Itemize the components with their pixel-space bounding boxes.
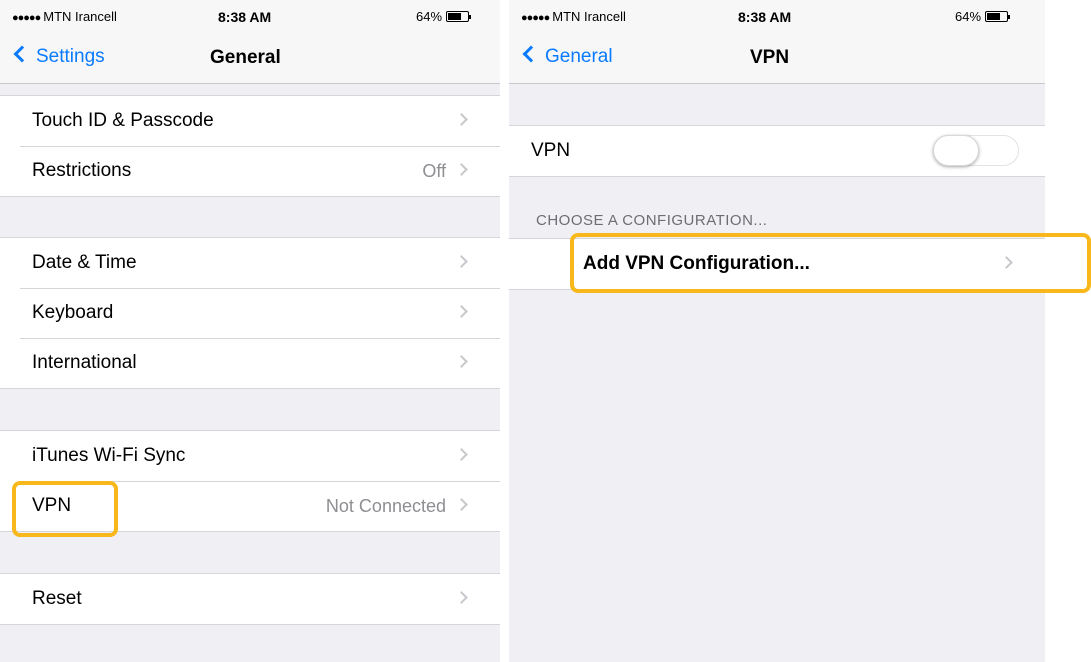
toggle-knob (933, 135, 979, 166)
row-international[interactable]: International (0, 338, 500, 388)
row-label: Date & Time (32, 252, 137, 273)
status-time: 8:38 AM (218, 9, 272, 25)
settings-group-network: iTunes Wi-Fi Sync VPN Not Connected (0, 430, 500, 532)
navigation-bar: General VPN (509, 34, 1045, 84)
vpn-screen: ●●●●● MTN Irancell 8:38 AM 64% General VP… (509, 0, 1045, 662)
row-label: Restrictions (32, 160, 132, 181)
settings-group-reset: Reset (0, 573, 500, 625)
vpn-toggle[interactable] (933, 135, 1019, 166)
chevron-left-icon (13, 45, 31, 63)
chevron-right-icon (455, 591, 468, 604)
back-button[interactable]: Settings (12, 45, 105, 68)
carrier-name: MTN Irancell (552, 9, 626, 24)
row-label: VPN (531, 140, 571, 161)
row-itunes-wifi-sync[interactable]: iTunes Wi-Fi Sync (0, 431, 500, 481)
row-keyboard[interactable]: Keyboard (0, 288, 500, 338)
battery-icon (446, 11, 472, 22)
status-bar: ●●●●● MTN Irancell 8:38 AM 64% (509, 0, 1045, 34)
configuration-group: Add VPN Configuration... (509, 238, 1045, 290)
chevron-right-icon (455, 113, 468, 126)
row-label: iTunes Wi-Fi Sync (32, 445, 186, 466)
chevron-right-icon (1000, 256, 1013, 269)
battery-percent: 64% (416, 9, 443, 24)
row-label: VPN (32, 495, 72, 516)
status-bar: ●●●●● MTN Irancell 8:38 AM 64% (0, 0, 500, 34)
vpn-toggle-group: VPN (509, 125, 1045, 177)
back-label: General (545, 46, 613, 67)
vpn-status: Not Connected (325, 496, 446, 516)
row-label: International (32, 352, 137, 373)
row-label: Keyboard (32, 302, 114, 323)
back-button[interactable]: General (521, 45, 613, 68)
row-value: Off (422, 161, 446, 181)
chevron-right-icon (455, 498, 468, 511)
chevron-right-icon (455, 355, 468, 368)
row-label: Reset (32, 588, 82, 609)
general-screen: ●●●●● MTN Irancell 8:38 AM 64% Settings G… (0, 0, 500, 662)
row-label: Add VPN Configuration... (583, 253, 810, 274)
row-date-time[interactable]: Date & Time (0, 238, 500, 288)
row-label: Touch ID & Passcode (32, 110, 214, 131)
add-vpn-configuration-row[interactable]: Add VPN Configuration... (509, 239, 1045, 289)
chevron-right-icon (455, 163, 468, 176)
status-time: 8:38 AM (738, 9, 792, 25)
chevron-right-icon (455, 255, 468, 268)
signal-icon: ●●●●● (521, 12, 550, 24)
page-title: General (210, 47, 281, 68)
row-reset[interactable]: Reset (0, 574, 500, 624)
row-restrictions[interactable]: Restrictions Off (0, 146, 500, 196)
chevron-right-icon (455, 448, 468, 461)
signal-icon: ●●●●● (12, 12, 41, 24)
navigation-bar: Settings General (0, 34, 500, 84)
chevron-left-icon (522, 45, 540, 63)
page-title: VPN (750, 47, 790, 68)
section-header: CHOOSE A CONFIGURATION... (536, 212, 768, 229)
row-touch-id-passcode[interactable]: Touch ID & Passcode (0, 96, 500, 146)
settings-group-security: Touch ID & Passcode Restrictions Off (0, 95, 500, 197)
settings-group-locale: Date & Time Keyboard International (0, 237, 500, 389)
row-vpn[interactable]: VPN Not Connected (0, 481, 500, 531)
battery-icon (985, 11, 1011, 22)
carrier-name: MTN Irancell (43, 9, 117, 24)
row-vpn-toggle: VPN (509, 126, 1045, 176)
chevron-right-icon (455, 305, 468, 318)
back-label: Settings (36, 46, 105, 67)
battery-percent: 64% (955, 9, 982, 24)
